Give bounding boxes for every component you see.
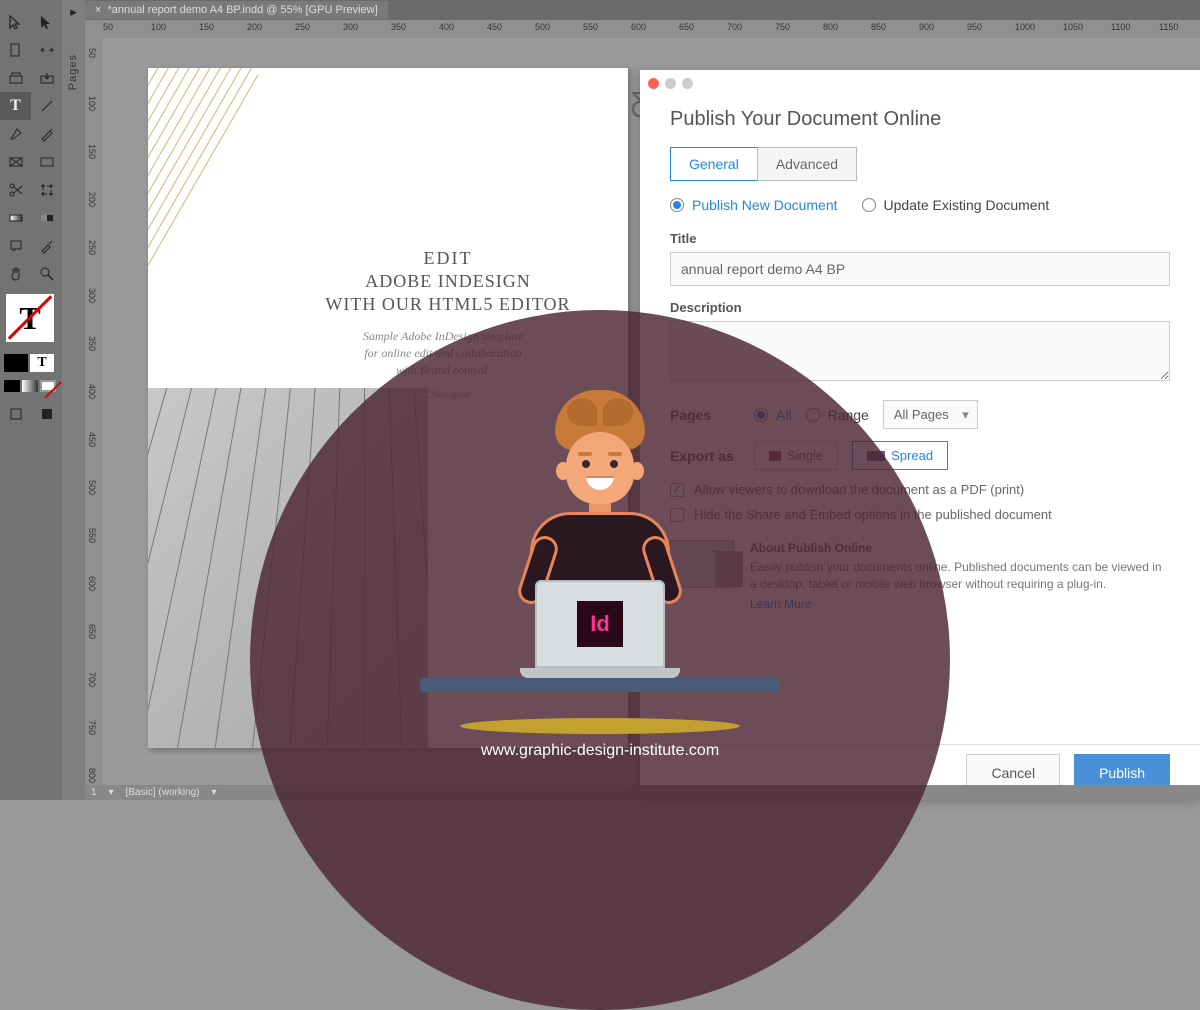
about-publish-online: About Publish Online Easily publish your…: [670, 540, 1170, 613]
expand-panel-icon[interactable]: ▸: [62, 0, 85, 24]
zoom-window-icon[interactable]: [682, 78, 693, 89]
tab-close-icon[interactable]: ×: [95, 4, 101, 16]
line-tool[interactable]: [31, 92, 62, 120]
side-panel-strip: ▸ Pages: [62, 0, 85, 800]
title-field-label: Title: [670, 231, 1170, 246]
about-icon: [670, 540, 734, 588]
eyedropper-tool[interactable]: [31, 232, 62, 260]
description-input[interactable]: [670, 321, 1170, 381]
document-tab-bar: × *annual report demo A4 BP.indd @ 55% […: [85, 0, 1200, 20]
checkbox-hide-share-label: Hide the Share and Embed options in the …: [694, 507, 1052, 522]
ruler-horizontal: 5010015020025030035040045050055060065070…: [85, 20, 1200, 38]
gradient-feather-tool[interactable]: [31, 204, 62, 232]
pen-tool[interactable]: [0, 120, 31, 148]
note-tool[interactable]: [0, 232, 31, 260]
document-page[interactable]: Ƹ̵̡ EDIT ADOBE INDESIGN WITH OUR HTML5 E…: [148, 68, 628, 748]
radio-update-existing[interactable]: Update Existing Document: [862, 197, 1050, 213]
export-spread-button[interactable]: Spread: [852, 441, 948, 470]
content-placer-tool[interactable]: [31, 64, 62, 92]
status-page-number[interactable]: 1: [91, 787, 97, 798]
checkbox-allow-pdf[interactable]: ✓: [670, 483, 684, 497]
building-photo: [148, 388, 428, 748]
type-tool[interactable]: T: [0, 92, 31, 120]
pages-label: Pages: [670, 407, 740, 423]
close-window-icon[interactable]: [648, 78, 659, 89]
pages-select[interactable]: All Pages: [883, 400, 978, 429]
learn-more-link[interactable]: Learn More: [750, 596, 1170, 613]
document-tab[interactable]: × *annual report demo A4 BP.indd @ 55% […: [85, 1, 388, 19]
checkbox-hide-share[interactable]: [670, 508, 684, 522]
zoom-tool[interactable]: [31, 260, 62, 288]
tools-panel: T T T: [0, 0, 62, 800]
swatch-mini-gradient[interactable]: [22, 380, 38, 392]
ruler-vertical: 5010015020025030035040045050055060065070…: [85, 38, 103, 785]
dialog-tabs: General Advanced: [670, 147, 1170, 181]
status-view: [Basic] (working): [126, 787, 200, 798]
direct-selection-tool[interactable]: [31, 8, 62, 36]
dialog-title: Publish Your Document Online: [640, 96, 1200, 147]
scissors-tool[interactable]: [0, 176, 31, 204]
publish-online-dialog: Publish Your Document Online General Adv…: [640, 70, 1200, 800]
minimize-window-icon[interactable]: [665, 78, 676, 89]
radio-pages-range[interactable]: Range: [806, 407, 869, 423]
side-panel-label[interactable]: Pages: [67, 54, 79, 90]
content-collector-tool[interactable]: [0, 64, 31, 92]
swatch-fill-black[interactable]: [4, 354, 28, 372]
gap-tool[interactable]: [31, 36, 62, 64]
title-input[interactable]: [670, 252, 1170, 286]
page-tool[interactable]: [0, 36, 31, 64]
swatch-mini-none[interactable]: [40, 380, 56, 392]
view-mode-preview[interactable]: [31, 400, 62, 428]
view-mode-normal[interactable]: [0, 400, 31, 428]
status-bar: 1 ▾ [Basic] (working) ▾: [85, 785, 1200, 800]
free-transform-tool[interactable]: [31, 176, 62, 204]
description-field-label: Description: [670, 300, 1170, 315]
pencil-tool[interactable]: [31, 120, 62, 148]
gradient-swatch-tool[interactable]: [0, 204, 31, 232]
selection-tool[interactable]: [0, 8, 31, 36]
tab-general[interactable]: General: [670, 147, 757, 181]
rectangle-tool[interactable]: [31, 148, 62, 176]
swatch-mini-fill[interactable]: [4, 380, 20, 392]
export-as-label: Export as: [670, 448, 740, 464]
tab-advanced[interactable]: Advanced: [757, 147, 857, 181]
swatch-text[interactable]: T: [30, 354, 54, 372]
checkbox-allow-pdf-label: Allow viewers to download the document a…: [694, 482, 1024, 497]
tab-title: *annual report demo A4 BP.indd @ 55% [GP…: [107, 4, 377, 16]
radio-pages-all[interactable]: All: [754, 407, 792, 423]
page-headline: EDIT ADOBE INDESIGN WITH OUR HTML5 EDITO…: [278, 248, 618, 315]
dialog-titlebar[interactable]: [640, 70, 1200, 96]
radio-publish-new[interactable]: Publish New Document: [670, 197, 838, 213]
hand-tool[interactable]: [0, 260, 31, 288]
rectangle-frame-tool[interactable]: [0, 148, 31, 176]
export-single-button[interactable]: Single: [754, 441, 838, 470]
type-color-indicator[interactable]: T: [6, 294, 54, 342]
